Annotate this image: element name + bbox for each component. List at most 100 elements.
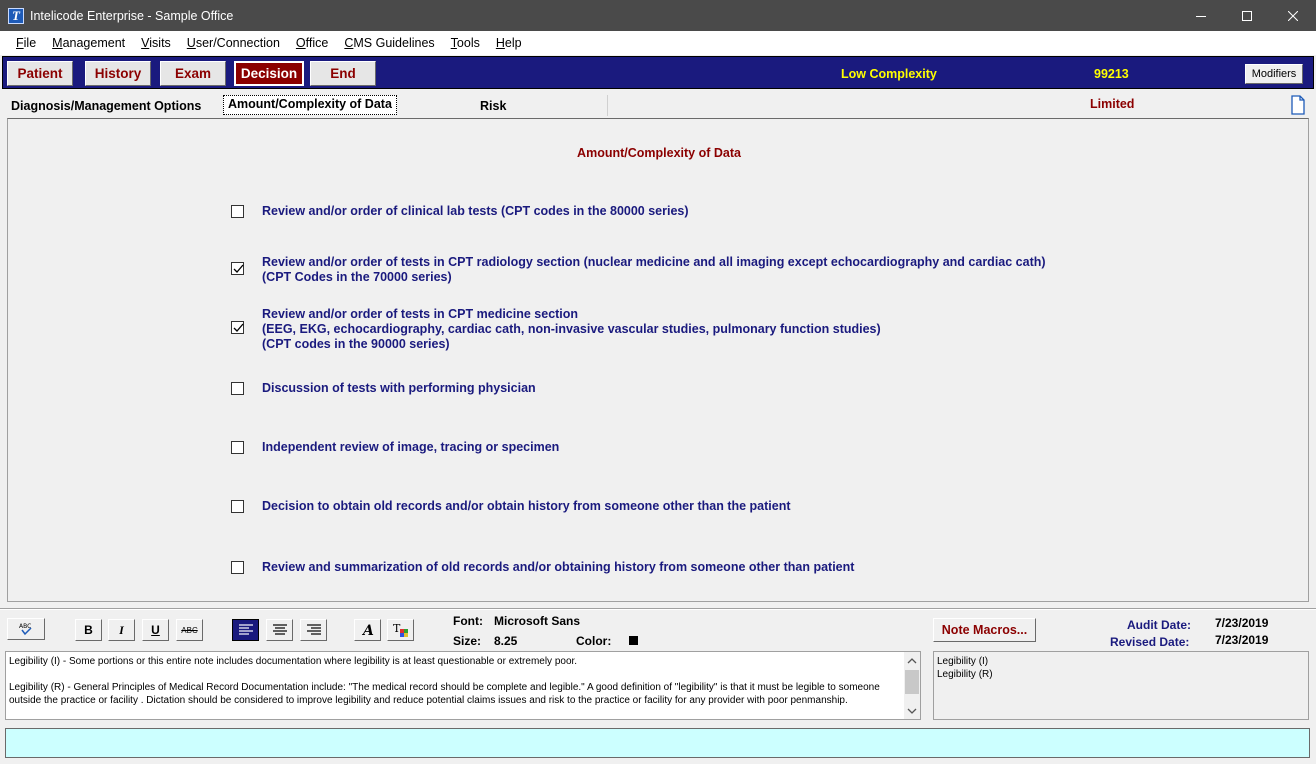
align-right-button[interactable] [300, 619, 327, 641]
svg-text:T: T [393, 622, 401, 635]
align-right-icon [306, 624, 321, 635]
option-medicine: Review and/or order of tests in CPT medi… [231, 307, 881, 352]
audit-date: 7/23/2019 [1215, 616, 1269, 630]
app-icon: T [8, 7, 24, 24]
scroll-thumb[interactable] [905, 670, 919, 694]
checkbox[interactable] [231, 561, 244, 574]
history-button[interactable]: History [85, 61, 151, 86]
document-icon[interactable] [1290, 95, 1306, 115]
patient-button[interactable]: Patient [7, 61, 73, 86]
minimize-icon [1196, 15, 1206, 17]
menu-visits[interactable]: Visits [133, 31, 179, 55]
scroll-up-icon [907, 658, 917, 664]
exam-button[interactable]: Exam [160, 61, 226, 86]
font-icon: A [361, 623, 374, 638]
tab-diagnosis-management[interactable]: Diagnosis/Management Options [11, 96, 201, 116]
menu-cms-guidelines[interactable]: CMS Guidelines [336, 31, 442, 55]
complexity-level: Low Complexity [841, 67, 937, 81]
checkbox[interactable] [231, 441, 244, 454]
option-label: Review and/or order of tests in CPT radi… [262, 255, 1046, 284]
separator [0, 608, 1316, 610]
color-label: Color: [576, 634, 612, 648]
align-center-button[interactable] [266, 619, 293, 641]
tab-amount-complexity[interactable]: Amount/Complexity of Data [223, 95, 397, 115]
align-left-icon [238, 624, 253, 635]
option-summarization: Review and summarization of old records … [231, 560, 854, 575]
menu-help[interactable]: Help [488, 31, 530, 55]
menu-bar: File Management Visits User/Connection O… [0, 31, 1316, 55]
option-old-records: Decision to obtain old records and/or ob… [231, 499, 791, 514]
maximize-button[interactable] [1224, 0, 1270, 31]
color-swatch[interactable] [629, 636, 638, 645]
scroll-down-icon [907, 708, 917, 714]
section-title: Amount/Complexity of Data [577, 146, 741, 160]
close-button[interactable] [1270, 0, 1316, 31]
tab-risk[interactable]: Risk [480, 96, 506, 116]
underline-button[interactable]: U [142, 619, 169, 641]
menu-file[interactable]: File [8, 31, 44, 55]
tab-risk-box [408, 95, 608, 116]
option-label: Independent review of image, tracing or … [262, 440, 560, 454]
strikethrough-button[interactable]: ABC [176, 619, 203, 641]
spellcheck-button[interactable]: ABC [7, 618, 45, 640]
option-radiology: Review and/or order of tests in CPT radi… [231, 255, 1046, 285]
decision-button[interactable]: Decision [234, 61, 304, 86]
close-icon [1288, 10, 1298, 21]
option-lab-tests: Review and/or order of clinical lab test… [231, 204, 689, 219]
option-label: Review and/or order of clinical lab test… [262, 204, 689, 218]
align-center-icon [272, 624, 287, 635]
text-color-button[interactable]: T [387, 619, 414, 641]
window-title: Intelicode Enterprise - Sample Office [30, 8, 234, 23]
modifiers-button[interactable]: Modifiers [1245, 64, 1303, 84]
bold-button[interactable]: B [75, 619, 102, 641]
tabs-row: Diagnosis/Management Options Amount/Comp… [0, 92, 1316, 118]
revised-date-label: Revised Date: [1110, 635, 1190, 649]
svg-text:A: A [361, 623, 374, 638]
option-label: Discussion of tests with performing phys… [262, 381, 536, 395]
checkmark-icon [233, 264, 244, 273]
italic-button[interactable]: I [108, 619, 135, 641]
menu-user-connection[interactable]: User/Connection [179, 31, 288, 55]
menu-office[interactable]: Office [288, 31, 336, 55]
checkbox[interactable] [231, 500, 244, 513]
checkbox[interactable] [231, 382, 244, 395]
checkmark-icon [233, 323, 244, 332]
font-value: Microsoft Sans [494, 614, 581, 628]
checkbox[interactable] [231, 262, 244, 275]
content-panel: Amount/Complexity of Data Review and/or … [7, 118, 1309, 602]
note-paragraph: Legibility (R) - General Principles of M… [9, 682, 880, 706]
cpt-code: 99213 [1094, 67, 1129, 81]
option-label: Review and/or order of tests in CPT medi… [262, 307, 881, 351]
end-button[interactable]: End [310, 61, 376, 86]
align-left-button[interactable] [232, 619, 259, 641]
data-level: Limited [1090, 97, 1135, 111]
size-label: Size: [453, 634, 482, 648]
text-color-icon: T [393, 622, 408, 637]
option-label: Decision to obtain old records and/or ob… [262, 499, 791, 513]
font-button[interactable]: A [354, 619, 381, 641]
note-text-area[interactable]: Legibility (I) - Some portions or this e… [5, 651, 921, 720]
checkbox[interactable] [231, 321, 244, 334]
minimize-button[interactable] [1178, 0, 1224, 31]
status-input-bar[interactable] [5, 728, 1310, 758]
note-paragraph: Legibility (I) - Some portions or this e… [9, 656, 578, 667]
size-value: 8.25 [494, 634, 518, 648]
macro-list: Legibility (I) Legibility (R) [933, 651, 1309, 720]
font-label: Font: [453, 614, 483, 628]
menu-tools[interactable]: Tools [443, 31, 488, 55]
navigation-bar: Patient History Exam Decision End Low Co… [2, 56, 1314, 89]
macro-item[interactable]: Legibility (I) [937, 655, 1305, 668]
option-label: Review and summarization of old records … [262, 560, 855, 574]
menu-management[interactable]: Management [44, 31, 133, 55]
option-discussion: Discussion of tests with performing phys… [231, 381, 536, 396]
maximize-icon [1242, 10, 1252, 21]
checkbox[interactable] [231, 205, 244, 218]
title-bar: T Intelicode Enterprise - Sample Office [0, 0, 1316, 31]
note-macros-button[interactable]: Note Macros... [933, 618, 1036, 642]
note-scrollbar[interactable] [904, 652, 920, 719]
option-independent-review: Independent review of image, tracing or … [231, 440, 559, 455]
audit-date-label: Audit Date: [1127, 618, 1191, 632]
macro-item[interactable]: Legibility (R) [937, 668, 1305, 681]
spellcheck-icon: ABC [19, 623, 32, 636]
revised-date: 7/23/2019 [1215, 633, 1269, 647]
